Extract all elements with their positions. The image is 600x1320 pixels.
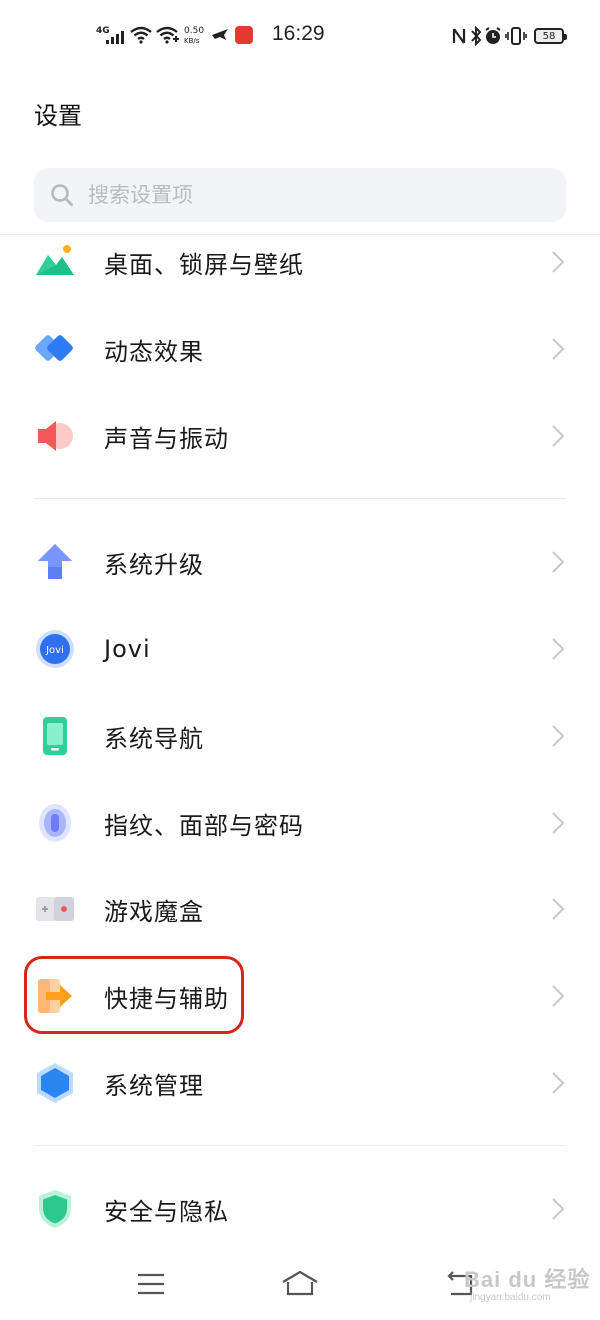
settings-item-label: 系统升级 (104, 550, 204, 579)
chevron-right-icon (550, 897, 566, 921)
settings-item-label: 桌面、锁屏与壁纸 (104, 250, 304, 279)
dynamic-effects-icon (34, 328, 76, 370)
menu-icon[interactable] (131, 1266, 171, 1302)
sound-icon (34, 415, 76, 457)
settings-item-label: 安全与隐私 (104, 1197, 229, 1226)
app-notification-icon (235, 26, 253, 44)
network-speed: 0.50 KB/s (184, 26, 204, 46)
settings-item-system-upgrade[interactable]: 系统升级 (0, 519, 600, 605)
svg-text:Jovi: Jovi (45, 645, 64, 656)
chevron-right-icon (550, 550, 566, 574)
alarm-icon (484, 27, 502, 45)
settings-item-fingerprint[interactable]: 指纹、面部与密码 (0, 780, 600, 866)
nfc-icon (452, 27, 466, 45)
jovi-icon: Jovi (34, 628, 76, 670)
fingerprint-icon (34, 802, 76, 844)
settings-item-dynamic-effects[interactable]: 动态效果 (0, 306, 600, 392)
settings-item-label: 指纹、面部与密码 (104, 811, 304, 840)
clock: 16:29 (272, 22, 325, 45)
search-input[interactable] (88, 183, 508, 207)
section-divider (34, 498, 566, 499)
search-bar[interactable] (34, 168, 566, 222)
settings-item-system-management[interactable]: 系统管理 (0, 1040, 600, 1126)
settings-item-sound[interactable]: 声音与振动 (0, 393, 600, 479)
chevron-right-icon (550, 724, 566, 748)
chevron-right-icon (550, 424, 566, 448)
game-box-icon (34, 888, 76, 930)
shortcuts-icon (34, 975, 76, 1017)
bird-icon (210, 27, 230, 43)
settings-item-label: 声音与振动 (104, 424, 229, 453)
chevron-right-icon (550, 1197, 566, 1221)
settings-item-system-navigation[interactable]: 系统导航 (0, 693, 600, 779)
home-icon[interactable] (280, 1266, 320, 1302)
section-divider (34, 1145, 566, 1146)
settings-item-jovi[interactable]: Jovi Jovi (0, 606, 600, 692)
settings-item-label: 系统管理 (104, 1071, 204, 1100)
system-navigation-icon (34, 715, 76, 757)
speed-value: 0.50 (184, 26, 205, 36)
chevron-right-icon (550, 811, 566, 835)
wallpaper-icon (34, 241, 76, 283)
status-bar: 4G 0.50 KB/s 16:29 58 (0, 0, 600, 72)
bluetooth-icon (470, 26, 482, 46)
settings-item-label: 快捷与辅助 (104, 984, 229, 1013)
security-privacy-icon (34, 1188, 76, 1230)
search-icon (50, 183, 74, 207)
chevron-right-icon (550, 637, 566, 661)
wifi-hotspot-icon (156, 26, 180, 44)
chevron-right-icon (550, 1071, 566, 1095)
speed-unit: KB/s (184, 37, 200, 45)
system-management-icon (34, 1062, 76, 1104)
settings-item-label: 系统导航 (104, 724, 204, 753)
chevron-right-icon (550, 984, 566, 1008)
chevron-right-icon (550, 337, 566, 361)
watermark: Bai du 经验 (464, 1267, 591, 1292)
battery-indicator: 58 (534, 28, 567, 44)
settings-item-wallpaper[interactable]: 桌面、锁屏与壁纸 (0, 219, 600, 305)
vibrate-icon (505, 27, 527, 45)
page-title: 设置 (34, 102, 82, 130)
system-upgrade-icon (34, 541, 76, 583)
settings-item-shortcuts[interactable]: 快捷与辅助 (0, 953, 600, 1039)
settings-item-security-privacy[interactable]: 安全与隐私 (0, 1166, 600, 1252)
chevron-right-icon (550, 250, 566, 274)
settings-item-label: 游戏魔盒 (104, 897, 204, 926)
wifi-icon (130, 26, 152, 44)
signal-icon (106, 30, 124, 44)
settings-item-label: Jovi (104, 635, 151, 663)
settings-item-game-box[interactable]: 游戏魔盒 (0, 866, 600, 952)
watermark-url: jingyan.baidu.com (470, 1292, 551, 1303)
settings-item-label: 动态效果 (104, 337, 204, 366)
